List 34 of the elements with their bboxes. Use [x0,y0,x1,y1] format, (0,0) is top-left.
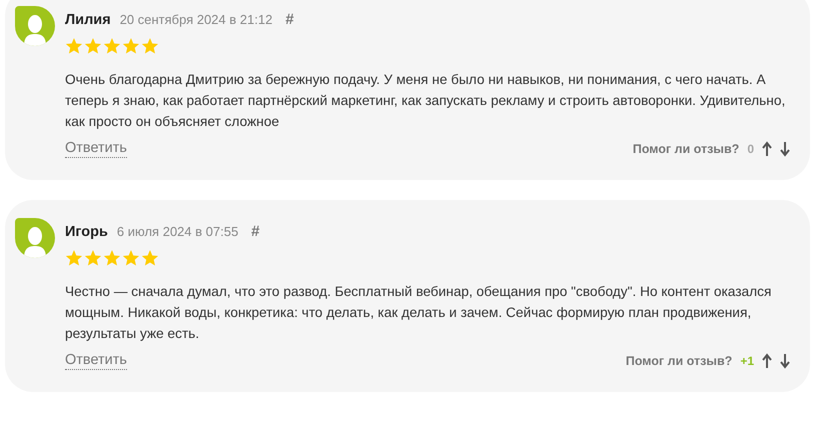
permalink[interactable]: # [285,11,294,28]
star-icon [122,37,140,55]
reply-link[interactable]: Ответить [65,352,127,370]
star-icon [103,249,121,267]
star-icon [141,249,159,267]
helpful-label: Помог ли отзыв? [626,354,732,368]
author-name: Лилия [65,12,111,28]
helpful-score: 0 [747,142,754,156]
arrow-down-icon [780,141,790,157]
user-avatar-icon [15,218,55,258]
arrow-up-icon [762,353,772,369]
author-name: Игорь [65,224,108,240]
review-date: 20 сентября 2024 в 21:12 [120,12,272,27]
downvote-button[interactable] [780,353,790,369]
user-avatar-icon [15,6,55,46]
star-icon [65,249,83,267]
permalink[interactable]: # [251,223,260,240]
review-text: Честно — сначала думал, что это развод. Бесплатный вебинар, обещания про "свободу". Но контент оказался мощным. Никакой воды, конкретика: что делать, как делать и зачем. Сейчас формирую план продвижения, результаты уже есть. [65,283,772,343]
star-icon [122,249,140,267]
helpful-score: +1 [740,354,754,368]
arrow-down-icon [780,353,790,369]
downvote-button[interactable] [780,141,790,157]
review-date: 6 июля 2024 в 07:55 [116,224,238,239]
upvote-button[interactable] [762,141,772,157]
star-icon [65,37,83,55]
star-icon [84,249,102,267]
review-text: Очень благодарна Дмитрию за бережную подачу. У меня не было ни навыков, ни понимания, с чего начать. А теперь я знаю, как работает партнёрский маркетинг, как запускать рекламу и строить автоворонки. Удивительно, как просто он объясняет сложное [65,71,786,131]
star-icon [84,37,102,55]
star-icon [103,37,121,55]
helpful-label: Помог ли отзыв? [632,142,740,156]
upvote-button[interactable] [762,353,772,369]
star-icon [141,37,159,55]
arrow-up-icon [762,141,772,157]
reply-link[interactable]: Ответить [65,140,127,158]
